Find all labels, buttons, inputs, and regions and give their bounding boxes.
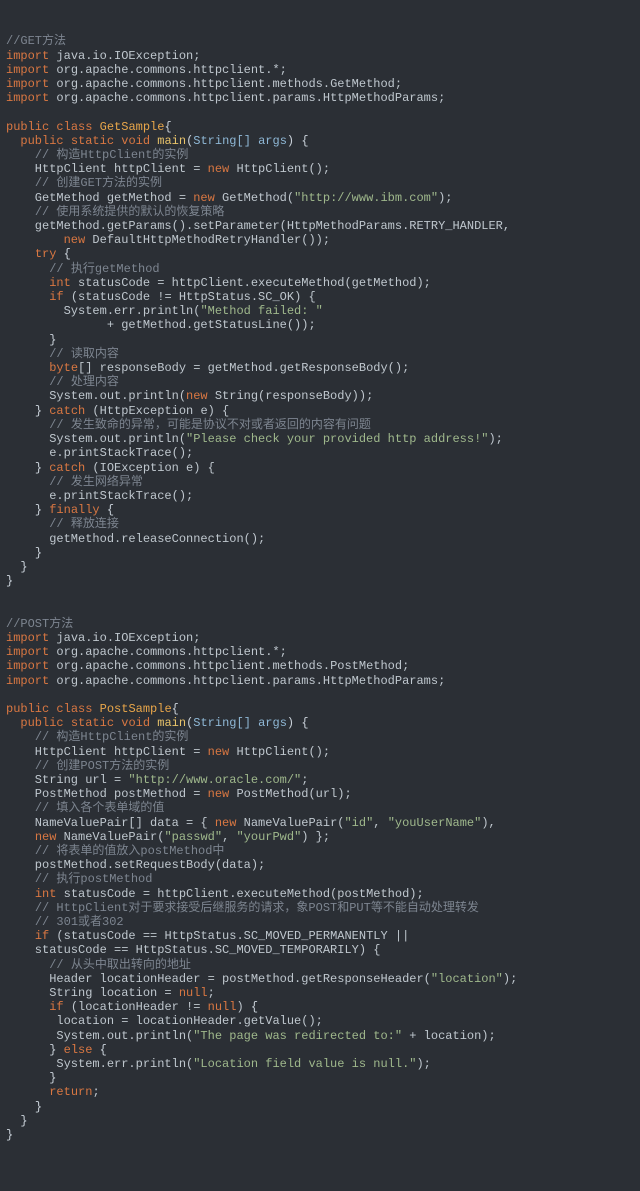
code-block: //GET方法 import java.io.IOException; impo… bbox=[6, 34, 634, 1142]
